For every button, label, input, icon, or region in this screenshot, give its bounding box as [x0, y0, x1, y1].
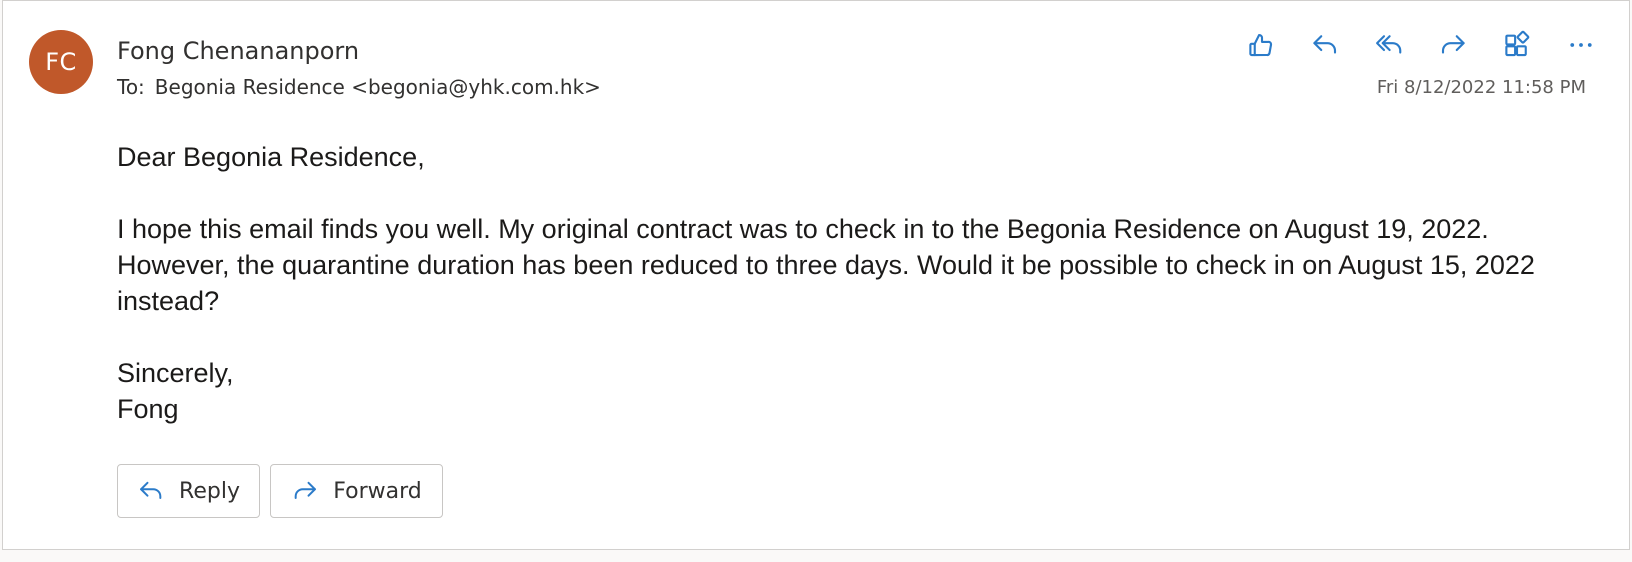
- like-button[interactable]: [1229, 23, 1293, 67]
- to-label: To:: [117, 75, 145, 99]
- reply-button[interactable]: Reply: [117, 464, 260, 518]
- reply-icon: [1313, 35, 1337, 54]
- recipient-address[interactable]: Begonia Residence <begonia@yhk.com.hk>: [155, 75, 601, 99]
- forward-icon: [294, 481, 317, 499]
- sent-date: Fri 8/12/2022 11:58 PM: [1376, 77, 1586, 98]
- forward-button[interactable]: Forward: [270, 464, 443, 518]
- reply-all-button[interactable]: [1357, 23, 1421, 67]
- apps-button[interactable]: [1485, 23, 1549, 67]
- reply-button-label: Reply: [179, 478, 240, 504]
- thumbs-up-icon: [1249, 33, 1273, 57]
- body-paragraph: I hope this email finds you well. My ori…: [117, 214, 1535, 316]
- more-actions-button[interactable]: [1549, 23, 1613, 67]
- avatar[interactable]: FC: [29, 30, 93, 94]
- message-actions-toolbar: [1229, 23, 1613, 67]
- forward-icon: [1441, 35, 1465, 54]
- greeting: Dear Begonia Residence,: [117, 142, 425, 172]
- forward-toolbar-button[interactable]: [1421, 23, 1485, 67]
- forward-button-label: Forward: [333, 478, 422, 504]
- message-body: Dear Begonia Residence, I hope this emai…: [117, 139, 1537, 427]
- recipient-line: To: Begonia Residence <begonia@yhk.com.hk…: [117, 75, 601, 99]
- reply-all-icon: [1376, 35, 1402, 54]
- signature: Fong: [117, 394, 179, 424]
- email-reading-pane: FC Fong Chenananporn To: Begonia Residenc…: [2, 0, 1630, 550]
- more-icon: [1570, 43, 1592, 47]
- sender-name[interactable]: Fong Chenananporn: [117, 37, 359, 65]
- closing: Sincerely,: [117, 358, 234, 388]
- reply-icon: [140, 481, 162, 499]
- reply-toolbar-button[interactable]: [1293, 23, 1357, 67]
- apps-icon: [1505, 30, 1530, 57]
